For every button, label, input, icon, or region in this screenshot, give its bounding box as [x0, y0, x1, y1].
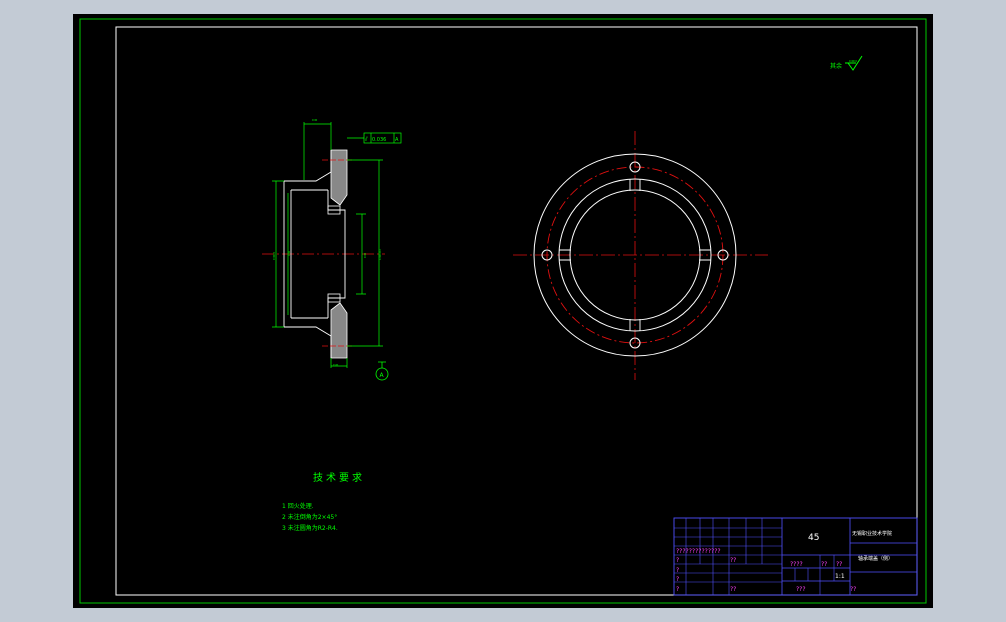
drawing-paper [73, 14, 933, 608]
tech-req-item-1: 1 回火处理. [282, 502, 314, 510]
tb-placeholder-8: ?? [850, 586, 856, 593]
tb-placeholder-3: ? [676, 576, 679, 583]
tolerance-symbol: ⫽ [364, 136, 368, 143]
tech-req-item-2: 2 未注倒角为2×45° [282, 513, 337, 521]
roughness-note: 其余 [830, 62, 842, 70]
tb-row-text-3: ?? [821, 561, 827, 568]
tolerance-value: 0.036 [372, 137, 386, 143]
tb-placeholder-4: ? [676, 586, 679, 593]
tb-row-text-2: ???? [790, 561, 803, 568]
tb-placeholder-1: ? [676, 557, 679, 564]
tb-placeholder-5: ?? [730, 557, 736, 564]
svg-text:▫▫: ▫▫ [362, 252, 367, 258]
svg-text:▫▫▫: ▫▫▫ [849, 58, 857, 63]
tech-req-item-3: 3 未注圆角为R2-R4. [282, 524, 338, 532]
tolerance-datum: A [395, 137, 399, 143]
svg-text:▫▫: ▫▫ [333, 362, 339, 367]
svg-text:▫▫▫: ▫▫▫ [271, 252, 276, 260]
scale-label: 1:1 [835, 573, 845, 580]
tb-placeholder-7: ??? [796, 586, 806, 593]
tb-placeholder-2: ? [676, 567, 679, 574]
flange-hatch-top [330, 149, 348, 206]
svg-text:▫▫: ▫▫ [286, 250, 291, 256]
svg-text:▫▫: ▫▫ [312, 117, 318, 122]
svg-text:▫▫▫▫: ▫▫▫▫ [377, 249, 382, 260]
tb-row-text-1: ?????????????? [676, 548, 721, 555]
cad-drawing-canvas[interactable]: 其余 ▫▫▫ ▫▫ ▫▫▫ ▫▫ ▫▫ ▫▫▫▫ ▫▫ ⫽ 0.036 A A … [0, 0, 1006, 622]
tech-req-title: 技术要求 [313, 471, 365, 484]
flange-hatch-bottom [330, 302, 348, 359]
tb-row-text-4: ?? [836, 561, 842, 568]
tb-placeholder-6: ?? [730, 586, 736, 593]
part-name: 轴承端盖（侧） [858, 555, 893, 562]
school-name: 无锡职业技术学院 [852, 530, 892, 537]
material-label: 45 [808, 533, 819, 543]
